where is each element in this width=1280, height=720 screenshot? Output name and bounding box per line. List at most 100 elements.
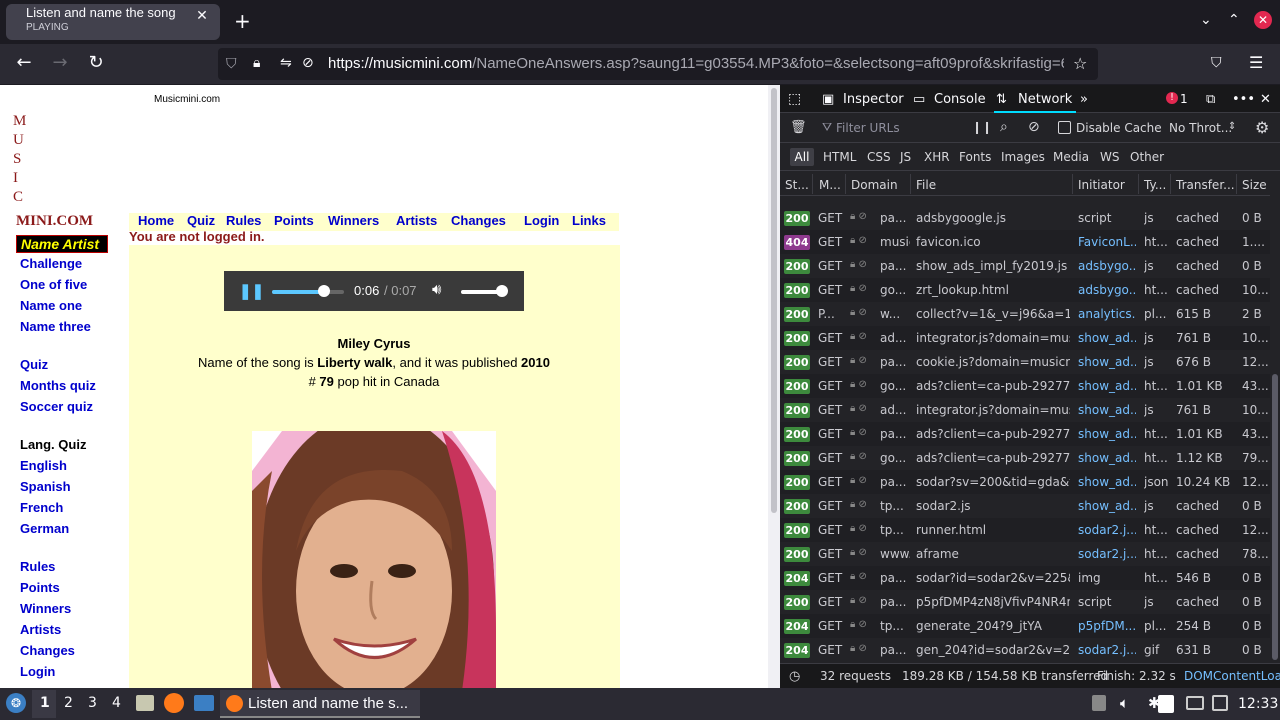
pause-recording-icon[interactable]: ❙❙	[972, 120, 992, 134]
request-row[interactable]: 204 🔒︎ ⊘ GET pa... gen_204?id=sodar2&v=225&t…	[780, 638, 1270, 662]
sidebar-link-spanish[interactable]: Spanish	[20, 479, 71, 494]
tab-console[interactable]: Console	[934, 92, 986, 107]
sidebar-link-login[interactable]: Login	[20, 664, 55, 679]
block-icon[interactable]: ⊘	[1028, 119, 1040, 135]
volume-icon[interactable]: 🔊︎	[432, 281, 441, 298]
firefox-icon[interactable]	[164, 693, 184, 713]
topnav-artists[interactable]: Artists	[396, 213, 437, 228]
sidebar-link-artists[interactable]: Artists	[20, 622, 61, 637]
sidebar-link-soccer-quiz[interactable]: Soccer quiz	[20, 399, 93, 414]
request-row[interactable]: 200 🔒︎ ⊘ GET tp... runner.html sodar2.j... ht.…	[780, 518, 1270, 542]
performance-icon[interactable]: ◷	[789, 669, 800, 684]
type-filter-other[interactable]: Other	[1130, 150, 1164, 164]
dock-icon[interactable]: ⧉	[1206, 92, 1215, 107]
element-picker-icon[interactable]: ⬚	[788, 91, 801, 107]
type-filter-all[interactable]: All	[790, 148, 814, 166]
desktop-icon[interactable]	[194, 695, 214, 711]
disable-cache-checkbox[interactable]	[1058, 121, 1071, 134]
type-filter-images[interactable]: Images	[1001, 150, 1045, 164]
topnav-login[interactable]: Login	[524, 213, 559, 228]
gear-icon[interactable]: ⚙	[1255, 118, 1269, 137]
sidebar-link-name-one[interactable]: Name one	[20, 298, 82, 313]
column-type[interactable]: Ty...	[1144, 178, 1166, 192]
media-blocked-icon[interactable]: ⊘	[302, 55, 314, 71]
chevron-up-icon[interactable]: ⌃	[1228, 12, 1240, 28]
workspace-3[interactable]: 3	[88, 695, 97, 711]
column-divider[interactable]	[1138, 174, 1139, 194]
trash-icon[interactable]: 🗑︎	[790, 120, 807, 135]
column-initiator[interactable]: Initiator	[1078, 178, 1125, 192]
sidebar-link-quiz[interactable]: Quiz	[20, 357, 48, 372]
pause-icon[interactable]: ❚❚	[239, 282, 264, 300]
new-tab-icon[interactable]: +	[234, 10, 251, 32]
page-scrollbar-thumb[interactable]	[771, 88, 777, 513]
request-row[interactable]: 200 🔒︎ ⊘ GET pa... ads?client=ca-pub-2927766…	[780, 422, 1270, 446]
column-divider[interactable]	[1236, 174, 1237, 194]
search-icon[interactable]: ⌕	[1000, 119, 1008, 135]
forward-icon[interactable]: →	[48, 52, 72, 73]
shield-icon[interactable]: ⛉	[226, 56, 237, 72]
type-filter-fonts[interactable]: Fonts	[959, 150, 991, 164]
type-filter-css[interactable]: CSS	[867, 150, 891, 164]
workspace-2[interactable]: 2	[64, 695, 73, 711]
request-row[interactable]: 200 🔒︎ ⊘ GET tp... sodar2.js show_ad... js cach…	[780, 494, 1270, 518]
column-divider[interactable]	[910, 174, 911, 194]
request-list-scrollbar-thumb[interactable]	[1272, 374, 1278, 660]
error-icon[interactable]: !	[1166, 92, 1178, 104]
topnav-quiz[interactable]: Quiz	[187, 213, 215, 228]
pocket-icon[interactable]: ⛉	[1211, 55, 1222, 71]
topnav-points[interactable]: Points	[274, 213, 314, 228]
display-icon[interactable]	[1186, 696, 1204, 710]
throttle-select[interactable]: No Throt...	[1169, 121, 1232, 135]
column-divider[interactable]	[845, 174, 846, 194]
request-row[interactable]: 200 🔒︎ ⊘ GET pa... p5pfDMP4zN8jVfivP4NR4mykc…	[780, 590, 1270, 614]
network-tray-icon[interactable]	[1212, 695, 1228, 711]
request-row[interactable]: 200 🔒︎ ⊘ GET pa... show_ads_impl_fy2019.js ad…	[780, 254, 1270, 278]
bookmark-star-icon[interactable]: ☆	[1073, 54, 1087, 73]
reload-icon[interactable]: ↻	[84, 52, 108, 73]
sidebar-link-french[interactable]: French	[20, 500, 63, 515]
tab-inspector[interactable]: Inspector	[843, 92, 904, 107]
sidebar-link-months-quiz[interactable]: Months quiz	[20, 378, 96, 393]
request-row[interactable]: 200 🔒︎ ⊘ GET pa... sodar?sv=200&tid=gda&tv=r…	[780, 470, 1270, 494]
sidebar-link-changes[interactable]: Changes	[20, 643, 75, 658]
seek-handle[interactable]	[318, 285, 330, 297]
type-filter-xhr[interactable]: XHR	[924, 150, 950, 164]
request-row[interactable]: 204 🔒︎ ⊘ GET tp... generate_204?9_jtYA p5pfDM…	[780, 614, 1270, 638]
chevron-down-icon[interactable]: ⌄	[1200, 12, 1212, 28]
topnav-rules[interactable]: Rules	[226, 213, 261, 228]
close-tab-icon[interactable]: ✕	[194, 8, 210, 26]
topnav-links[interactable]: Links	[572, 213, 606, 228]
request-row[interactable]: 404 🔒︎ ⊘ GET music... favicon.ico FaviconL...…	[780, 230, 1270, 254]
topnav-home[interactable]: Home	[138, 213, 174, 228]
request-row[interactable]: 200 🔒︎ ⊘ GET ad... integrator.js?domain=musi…	[780, 326, 1270, 350]
sidebar-link-winners[interactable]: Winners	[20, 601, 71, 616]
type-filter-media[interactable]: Media	[1053, 150, 1089, 164]
request-row[interactable]: 200 🔒︎ ⊘ GET pa... cookie.js?domain=musicmin…	[780, 350, 1270, 374]
column-method[interactable]: M...	[819, 178, 841, 192]
more-tabs-icon[interactable]: »	[1080, 92, 1088, 107]
error-count[interactable]: 1	[1180, 92, 1188, 106]
back-icon[interactable]: ←	[12, 52, 36, 73]
sidebar-link-challenge[interactable]: Challenge	[20, 256, 82, 271]
type-filter-js[interactable]: JS	[900, 150, 911, 164]
column-file[interactable]: File	[916, 178, 936, 192]
more-options-icon[interactable]: •••	[1232, 92, 1255, 107]
permissions-icon[interactable]: ⇋	[280, 55, 292, 71]
sidebar-link-name-three[interactable]: Name three	[20, 319, 91, 334]
type-filter-html[interactable]: HTML	[823, 150, 856, 164]
column-divider[interactable]	[1072, 174, 1073, 194]
name-artist-badge[interactable]: Name Artist	[16, 235, 108, 253]
request-row[interactable]: 200 🔒︎ ⊘ GET www.... aframe sodar2.j... ht... c…	[780, 542, 1270, 566]
sidebar-link-one-of-five[interactable]: One of five	[20, 277, 87, 292]
volume-handle[interactable]	[496, 285, 508, 297]
request-row[interactable]: 200 🔒︎ ⊘ GET go... ads?client=ca-pub-2927766…	[780, 446, 1270, 470]
request-row[interactable]: 200 🔒︎ ⊘ GET ad... integrator.js?domain=musi…	[780, 398, 1270, 422]
filter-urls-input[interactable]: Filter URLs	[836, 121, 900, 135]
sidebar-link-english[interactable]: English	[20, 458, 67, 473]
sidebar-link-german[interactable]: German	[20, 521, 69, 536]
request-row[interactable]: 200 🔒︎ ⊘ GET go... ads?client=ca-pub-2927766…	[780, 374, 1270, 398]
window-close-icon[interactable]: ✕	[1254, 11, 1272, 29]
lock-icon[interactable]: 🔒︎	[253, 55, 260, 71]
column-size[interactable]: Size	[1242, 178, 1267, 192]
